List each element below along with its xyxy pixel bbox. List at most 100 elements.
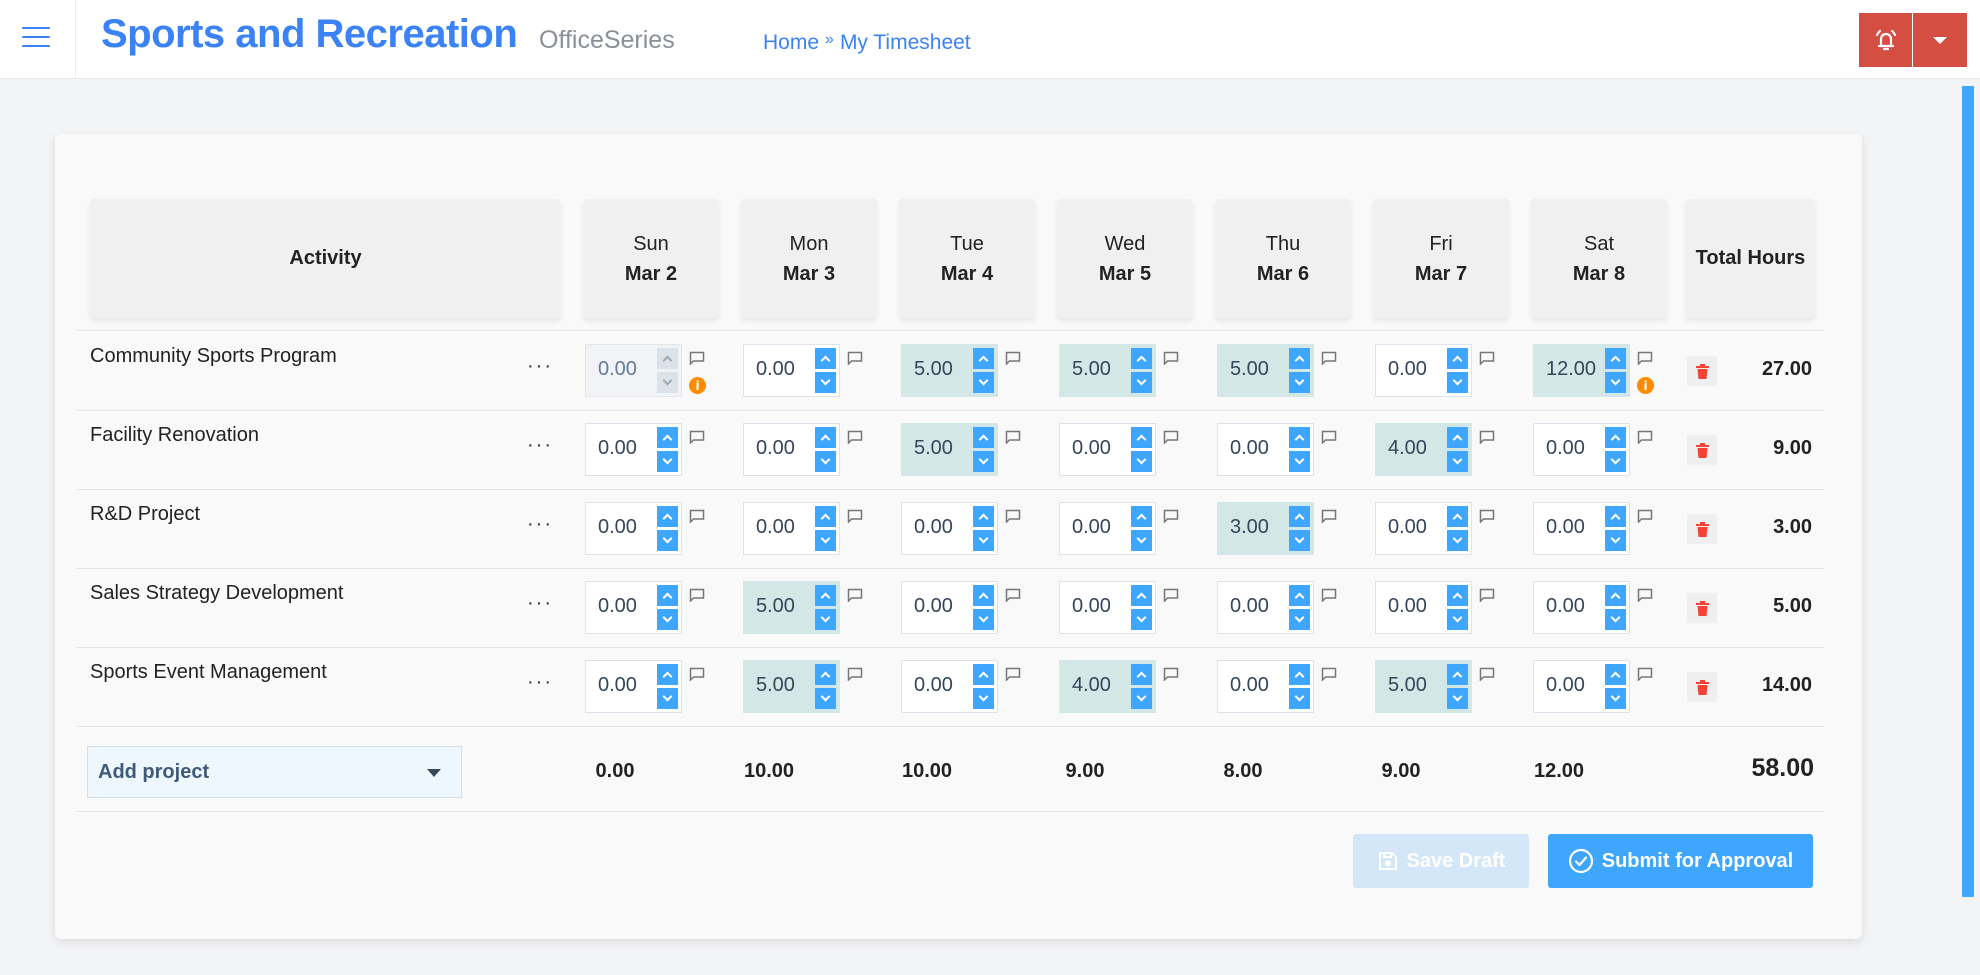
decrement-button[interactable] bbox=[1605, 372, 1626, 393]
decrement-button[interactable] bbox=[657, 688, 678, 709]
increment-button[interactable] bbox=[1131, 585, 1152, 606]
hours-input[interactable]: 0.00 bbox=[1217, 581, 1314, 634]
decrement-button[interactable] bbox=[815, 530, 836, 551]
decrement-button[interactable] bbox=[973, 530, 994, 551]
save-draft-button[interactable]: Save Draft bbox=[1353, 834, 1529, 888]
increment-button[interactable] bbox=[815, 664, 836, 685]
increment-button[interactable] bbox=[1447, 348, 1468, 369]
increment-button[interactable] bbox=[1131, 664, 1152, 685]
decrement-button[interactable] bbox=[973, 688, 994, 709]
comment-icon[interactable] bbox=[1005, 351, 1021, 366]
comment-icon[interactable] bbox=[1163, 430, 1179, 445]
decrement-button[interactable] bbox=[1131, 688, 1152, 709]
comment-icon[interactable] bbox=[847, 667, 863, 682]
decrement-button[interactable] bbox=[1605, 530, 1626, 551]
hours-input[interactable]: 5.00 bbox=[901, 423, 998, 476]
increment-button[interactable] bbox=[815, 427, 836, 448]
hours-input[interactable]: 0.00 bbox=[1059, 423, 1156, 476]
decrement-button[interactable] bbox=[1289, 688, 1310, 709]
hours-input[interactable]: 0.00 bbox=[585, 581, 682, 634]
comment-icon[interactable] bbox=[1005, 509, 1021, 524]
decrement-button[interactable] bbox=[1605, 609, 1626, 630]
row-more-options-button[interactable]: ··· bbox=[527, 593, 553, 613]
increment-button[interactable] bbox=[657, 427, 678, 448]
hours-input[interactable]: 4.00 bbox=[1059, 660, 1156, 713]
hours-input[interactable]: 5.00 bbox=[1217, 344, 1314, 397]
hours-input[interactable]: 0.00 bbox=[585, 423, 682, 476]
hours-input[interactable]: 0.00 bbox=[1375, 344, 1472, 397]
decrement-button[interactable] bbox=[973, 609, 994, 630]
decrement-button[interactable] bbox=[1605, 451, 1626, 472]
decrement-button[interactable] bbox=[657, 530, 678, 551]
hours-input[interactable]: 12.00 bbox=[1533, 344, 1630, 397]
hours-input[interactable]: 0.00 bbox=[1217, 660, 1314, 713]
increment-button[interactable] bbox=[973, 348, 994, 369]
hamburger-menu-button[interactable] bbox=[22, 27, 50, 49]
comment-icon[interactable] bbox=[1005, 588, 1021, 603]
comment-icon[interactable] bbox=[1321, 430, 1337, 445]
comment-icon[interactable] bbox=[1637, 509, 1653, 524]
hours-input[interactable]: 5.00 bbox=[1059, 344, 1156, 397]
hours-input[interactable]: 0.00 bbox=[743, 502, 840, 555]
increment-button[interactable] bbox=[1131, 427, 1152, 448]
comment-icon[interactable] bbox=[1321, 588, 1337, 603]
decrement-button[interactable] bbox=[1131, 451, 1152, 472]
increment-button[interactable] bbox=[1605, 348, 1626, 369]
hours-input[interactable]: 5.00 bbox=[1375, 660, 1472, 713]
comment-icon[interactable] bbox=[1479, 351, 1495, 366]
delete-row-button[interactable] bbox=[1687, 356, 1717, 386]
decrement-button[interactable] bbox=[1447, 372, 1468, 393]
increment-button[interactable] bbox=[1447, 585, 1468, 606]
comment-icon[interactable] bbox=[1637, 351, 1653, 366]
increment-button[interactable] bbox=[1605, 585, 1626, 606]
comment-icon[interactable] bbox=[689, 351, 705, 366]
comment-icon[interactable] bbox=[1321, 509, 1337, 524]
increment-button[interactable] bbox=[1289, 427, 1310, 448]
decrement-button[interactable] bbox=[1289, 530, 1310, 551]
increment-button[interactable] bbox=[657, 585, 678, 606]
info-icon[interactable]: i bbox=[689, 377, 706, 394]
decrement-button[interactable] bbox=[815, 372, 836, 393]
hours-input[interactable]: 0.00 bbox=[1533, 423, 1630, 476]
delete-row-button[interactable] bbox=[1687, 435, 1717, 465]
comment-icon[interactable] bbox=[847, 588, 863, 603]
increment-button[interactable] bbox=[1605, 427, 1626, 448]
increment-button[interactable] bbox=[973, 427, 994, 448]
decrement-button[interactable] bbox=[1289, 372, 1310, 393]
hours-input[interactable]: 4.00 bbox=[1375, 423, 1472, 476]
info-icon[interactable]: i bbox=[1637, 377, 1654, 394]
decrement-button[interactable] bbox=[657, 609, 678, 630]
decrement-button[interactable] bbox=[1131, 530, 1152, 551]
increment-button[interactable] bbox=[815, 585, 836, 606]
hours-input[interactable]: 0.00 bbox=[1375, 502, 1472, 555]
increment-button[interactable] bbox=[973, 506, 994, 527]
hours-input[interactable]: 5.00 bbox=[901, 344, 998, 397]
comment-icon[interactable] bbox=[1163, 667, 1179, 682]
comment-icon[interactable] bbox=[1005, 430, 1021, 445]
decrement-button[interactable] bbox=[815, 451, 836, 472]
comment-icon[interactable] bbox=[1321, 351, 1337, 366]
decrement-button[interactable] bbox=[815, 609, 836, 630]
notifications-dropdown-button[interactable] bbox=[1913, 13, 1967, 67]
hours-input[interactable]: 0.00 bbox=[585, 660, 682, 713]
decrement-button[interactable] bbox=[1289, 609, 1310, 630]
hours-input[interactable]: 0.00 bbox=[901, 581, 998, 634]
hours-input[interactable]: 0.00 bbox=[1059, 502, 1156, 555]
vertical-scrollbar[interactable] bbox=[1962, 86, 1974, 897]
comment-icon[interactable] bbox=[1005, 667, 1021, 682]
increment-button[interactable] bbox=[815, 506, 836, 527]
comment-icon[interactable] bbox=[1163, 588, 1179, 603]
increment-button[interactable] bbox=[1447, 506, 1468, 527]
decrement-button[interactable] bbox=[973, 372, 994, 393]
add-project-select[interactable]: Add project bbox=[87, 746, 462, 798]
delete-row-button[interactable] bbox=[1687, 514, 1717, 544]
comment-icon[interactable] bbox=[689, 588, 705, 603]
decrement-button[interactable] bbox=[1447, 451, 1468, 472]
increment-button[interactable] bbox=[657, 506, 678, 527]
hours-input[interactable]: 0.00 bbox=[1533, 581, 1630, 634]
hours-input[interactable]: 0.00 bbox=[1533, 660, 1630, 713]
notifications-button[interactable] bbox=[1859, 13, 1912, 67]
decrement-button[interactable] bbox=[1131, 372, 1152, 393]
hours-input[interactable]: 3.00 bbox=[1217, 502, 1314, 555]
decrement-button[interactable] bbox=[1447, 688, 1468, 709]
